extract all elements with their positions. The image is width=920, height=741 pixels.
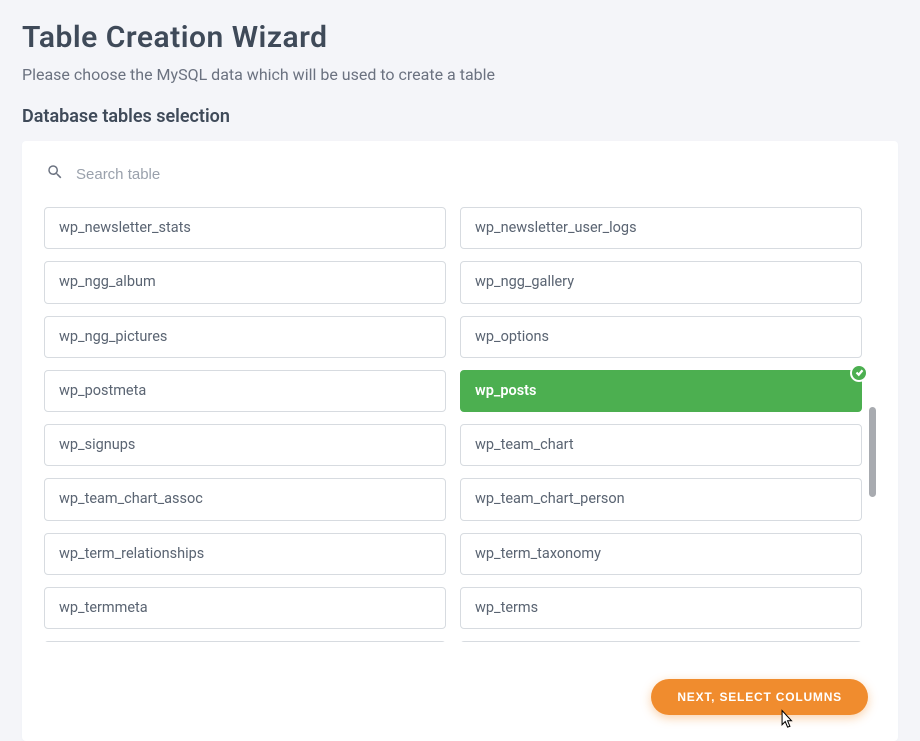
check-icon	[850, 364, 868, 382]
scrollbar[interactable]	[868, 207, 876, 642]
table-item-wp_newsletter_user_logs[interactable]: wp_newsletter_user_logs	[460, 207, 862, 249]
table-list-scroll: wp_newsletter_stats wp_newsletter_user_lo…	[44, 207, 876, 642]
table-item-wp_postmeta[interactable]: wp_postmeta	[44, 370, 446, 412]
table-item-wp_term_relationships[interactable]: wp_term_relationships	[44, 533, 446, 575]
table-item-wp_ngg_gallery[interactable]: wp_ngg_gallery	[460, 261, 862, 303]
search-row	[44, 163, 876, 185]
scrollbar-thumb[interactable]	[869, 407, 876, 497]
table-item-wp_ngg_pictures[interactable]: wp_ngg_pictures	[44, 316, 446, 358]
table-item-wp_team_chart_person[interactable]: wp_team_chart_person	[460, 478, 862, 520]
table-item-wp_term_taxonomy[interactable]: wp_term_taxonomy	[460, 533, 862, 575]
next-button[interactable]: NEXT, SELECT COLUMNS	[651, 679, 868, 715]
page-subtitle: Please choose the MySQL data which will …	[22, 65, 898, 84]
table-item-wp_users[interactable]: wp_users	[460, 641, 862, 642]
table-item-wp_termmeta[interactable]: wp_termmeta	[44, 587, 446, 629]
table-item-wp_usermeta[interactable]: wp_usermeta	[44, 641, 446, 642]
section-title: Database tables selection	[22, 106, 898, 127]
table-item-wp_team_chart[interactable]: wp_team_chart	[460, 424, 862, 466]
table-item-wp_options[interactable]: wp_options	[460, 316, 862, 358]
table-item-wp_team_chart_assoc[interactable]: wp_team_chart_assoc	[44, 478, 446, 520]
table-item-wp_newsletter_stats[interactable]: wp_newsletter_stats	[44, 207, 446, 249]
table-item-wp_posts[interactable]: wp_posts	[460, 370, 862, 412]
selection-card: wp_newsletter_stats wp_newsletter_user_lo…	[22, 141, 898, 741]
page-title: Table Creation Wizard	[22, 20, 898, 55]
table-item-wp_signups[interactable]: wp_signups	[44, 424, 446, 466]
table-item-wp_terms[interactable]: wp_terms	[460, 587, 862, 629]
search-input[interactable]	[76, 166, 376, 183]
search-icon	[46, 163, 64, 185]
table-item-wp_ngg_album[interactable]: wp_ngg_album	[44, 261, 446, 303]
